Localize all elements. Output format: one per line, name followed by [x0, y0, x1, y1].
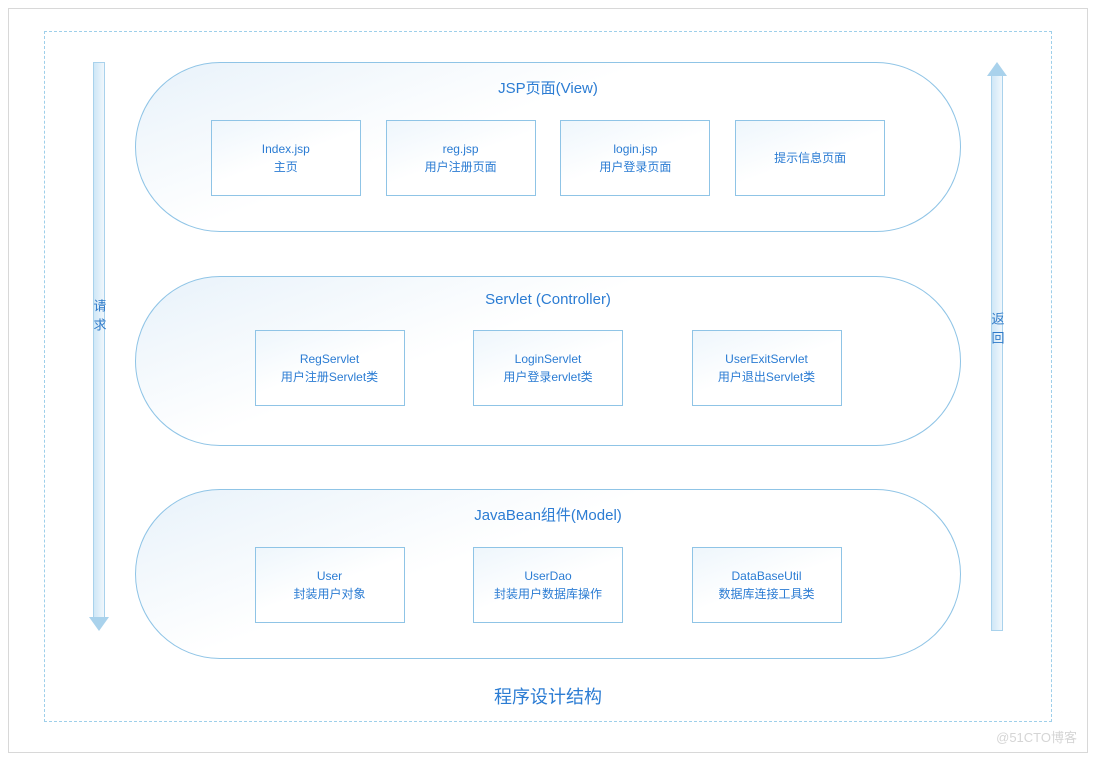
box-login-jsp: login.jsp用户登录页面 — [560, 120, 710, 196]
layer-model: JavaBean组件(Model) User封装用户对象 UserDao封装用户… — [135, 489, 961, 659]
watermark: @51CTO博客 — [996, 727, 1077, 746]
request-arrow-label: 请求 — [90, 299, 109, 337]
box-login-servlet: LoginServlet用户登录ervlet类 — [473, 330, 623, 406]
arrow-down-icon — [89, 617, 109, 631]
layer-view-boxes: Index.jsp主页 reg.jsp用户注册页面 login.jsp用户登录页… — [196, 120, 900, 196]
layer-model-title: JavaBean组件(Model) — [474, 504, 622, 525]
return-arrow: 返回 — [989, 62, 1005, 631]
diagram-footer-title: 程序设计结构 — [45, 683, 1051, 709]
box-userexit-servlet: UserExitServlet用户退出Servlet类 — [692, 330, 842, 406]
box-user: User封装用户对象 — [255, 547, 405, 623]
layer-model-boxes: User封装用户对象 UserDao封装用户数据库操作 DataBaseUtil… — [196, 547, 900, 623]
layer-view-title: JSP页面(View) — [498, 77, 598, 98]
layer-controller-boxes: RegServlet用户注册Servlet类 LoginServlet用户登录e… — [196, 330, 900, 406]
box-tip-page: 提示信息页面 — [735, 120, 885, 196]
arrow-shaft: 返回 — [991, 76, 1003, 631]
box-userdao: UserDao封装用户数据库操作 — [473, 547, 623, 623]
box-reg-jsp: reg.jsp用户注册页面 — [386, 120, 536, 196]
layer-view: JSP页面(View) Index.jsp主页 reg.jsp用户注册页面 lo… — [135, 62, 961, 232]
diagram-frame: 请求 返回 JSP页面(View) Index.jsp主页 reg.jsp用户注… — [44, 31, 1052, 722]
layer-controller-title: Servlet (Controller) — [485, 291, 611, 308]
request-arrow: 请求 — [91, 62, 107, 631]
layers-stack: JSP页面(View) Index.jsp主页 reg.jsp用户注册页面 lo… — [135, 62, 961, 659]
outer-frame: 请求 返回 JSP页面(View) Index.jsp主页 reg.jsp用户注… — [8, 8, 1088, 753]
return-arrow-label: 返回 — [988, 312, 1007, 350]
arrow-shaft: 请求 — [93, 62, 105, 617]
box-databaseutil: DataBaseUtil数据库连接工具类 — [692, 547, 842, 623]
box-index-jsp: Index.jsp主页 — [211, 120, 361, 196]
arrow-up-icon — [987, 62, 1007, 76]
layer-controller: Servlet (Controller) RegServlet用户注册Servl… — [135, 276, 961, 446]
box-reg-servlet: RegServlet用户注册Servlet类 — [255, 330, 405, 406]
